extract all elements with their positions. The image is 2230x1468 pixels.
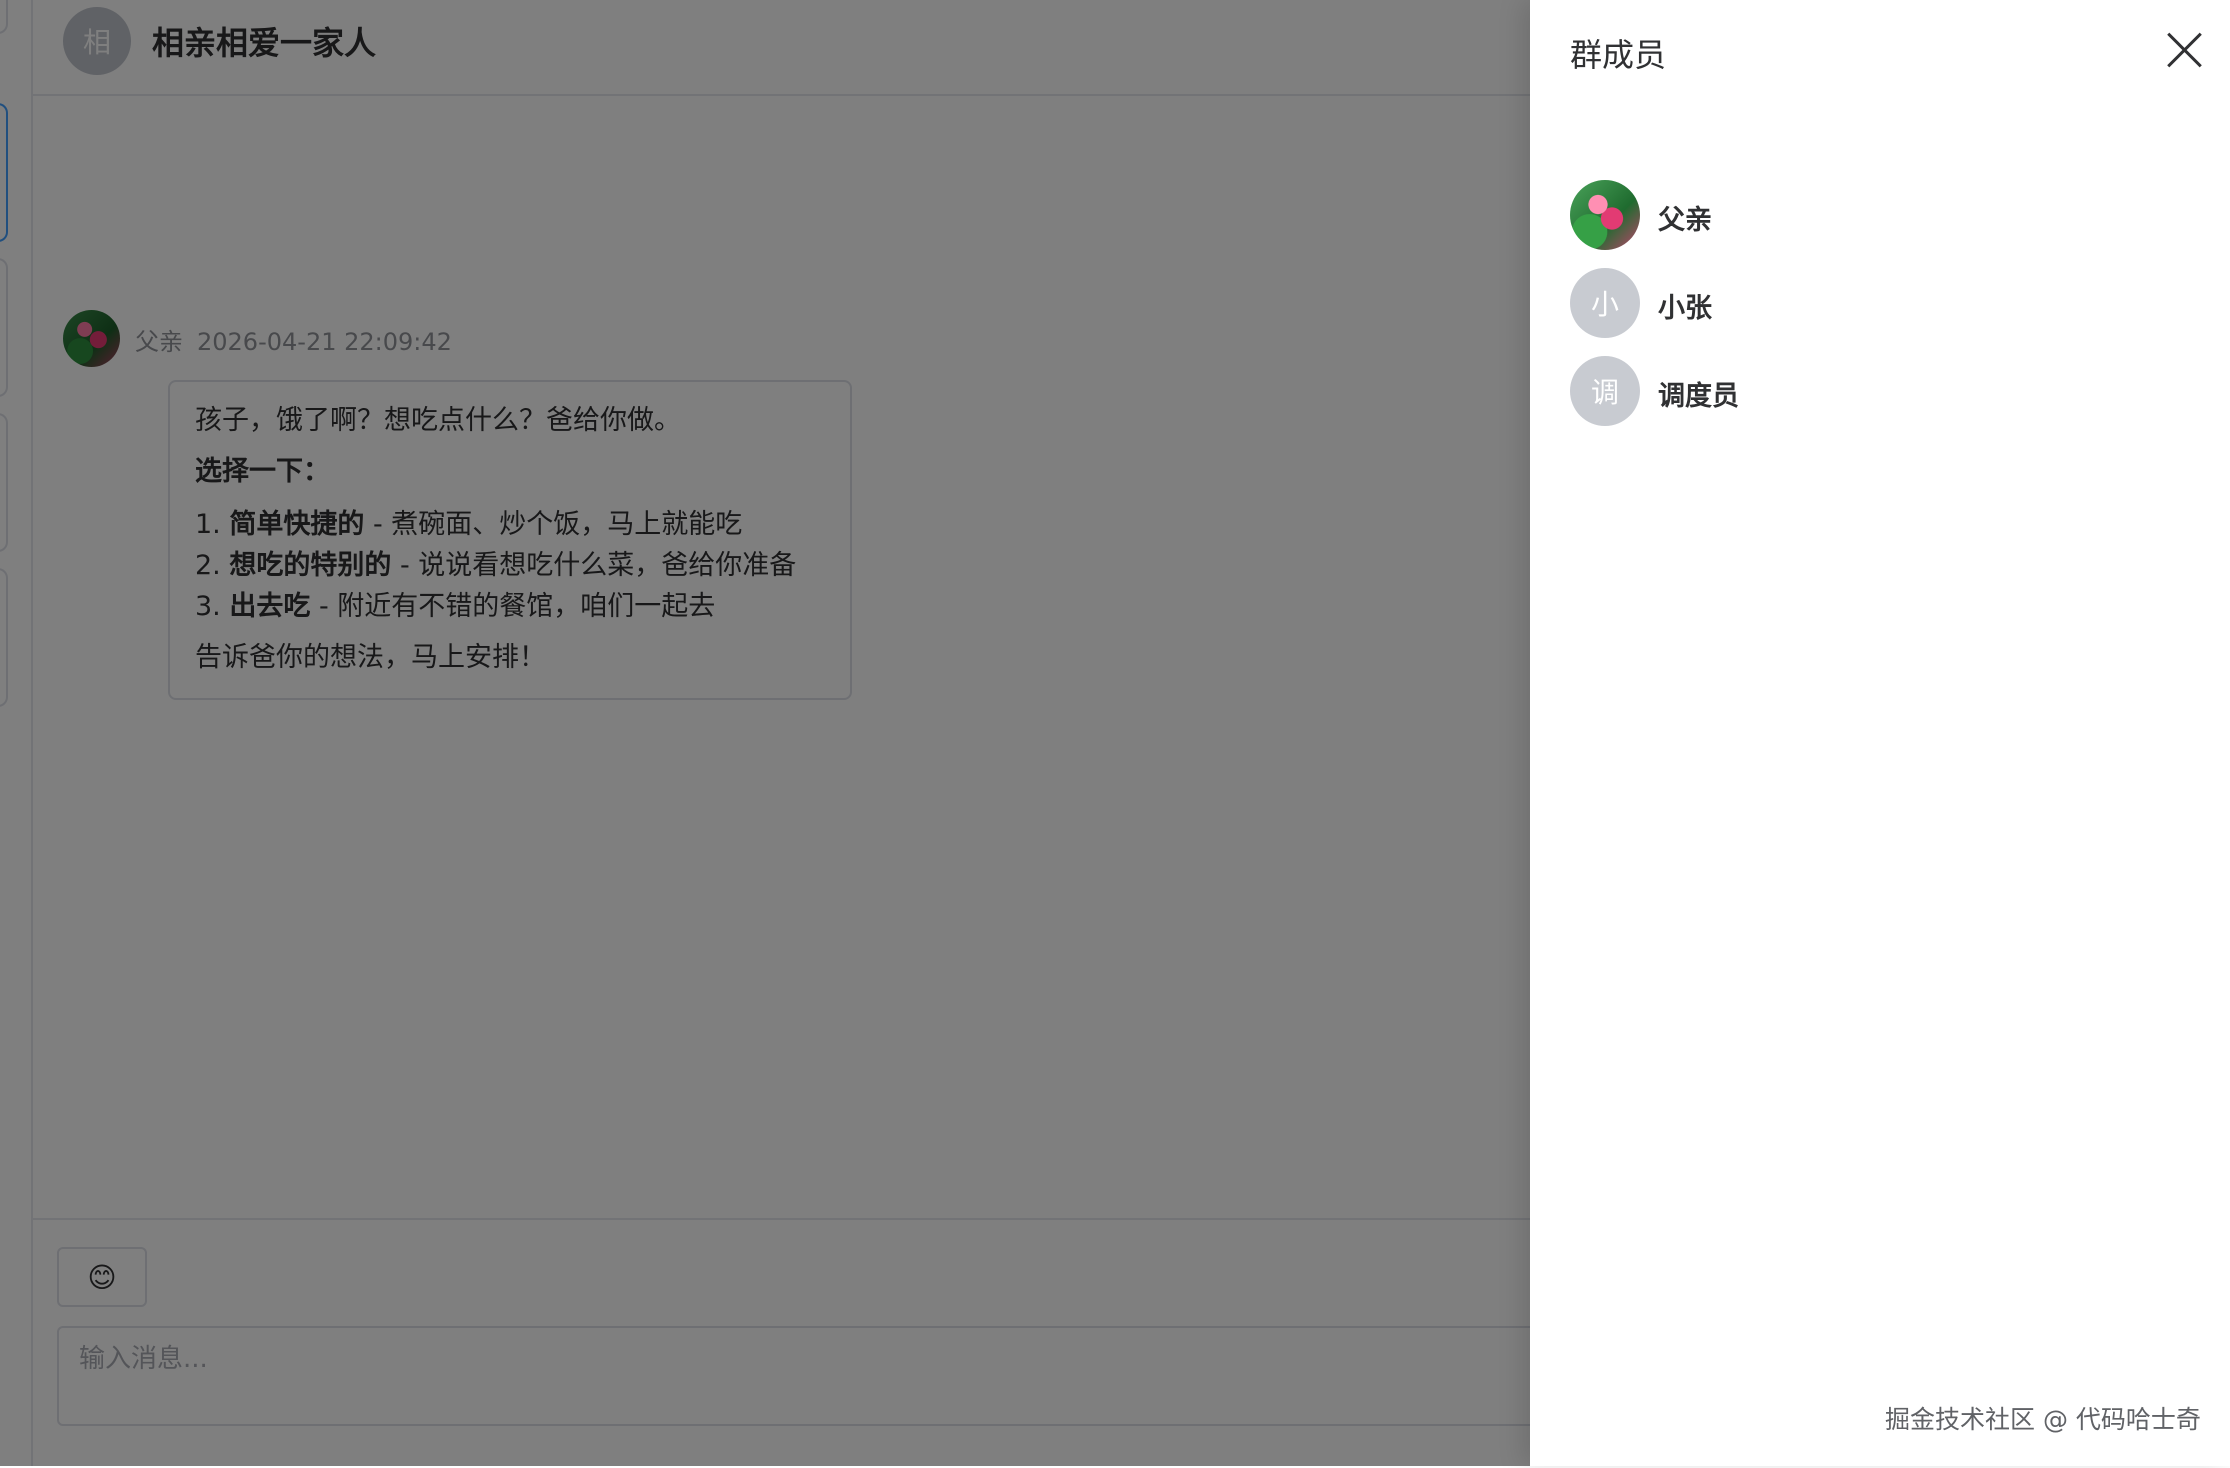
drawer-title: 群成员 (1570, 36, 1667, 74)
member-item[interactable]: 调 调度员 (1570, 356, 2170, 426)
member-avatar: 调 (1570, 356, 1640, 426)
member-name: 父亲 (1658, 205, 1712, 236)
member-item[interactable]: 小 小张 (1570, 268, 2170, 338)
close-icon[interactable] (2164, 30, 2204, 70)
member-avatar: 小 (1570, 268, 1640, 338)
member-name: 小张 (1658, 293, 1712, 324)
member-item[interactable]: 父亲 (1570, 180, 2170, 250)
watermark: 掘金技术社区 @ 代码哈士奇 (1885, 1405, 2201, 1434)
members-drawer: 群成员 父亲 小 小张 调 调度员 (1530, 0, 2230, 1466)
member-name: 调度员 (1658, 381, 1739, 412)
member-avatar (1570, 180, 1640, 250)
